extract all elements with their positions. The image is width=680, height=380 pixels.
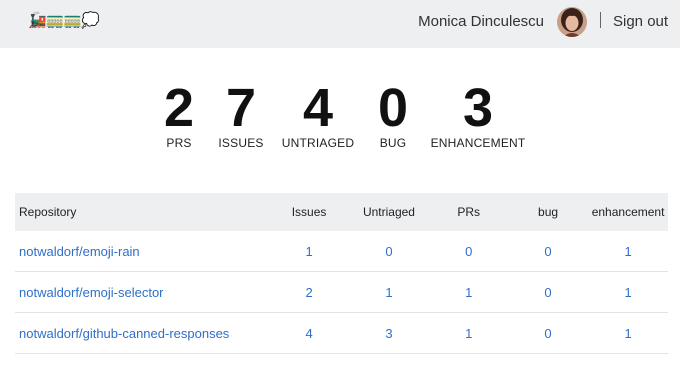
header-prs[interactable]: PRs	[430, 193, 508, 231]
separator	[600, 12, 601, 28]
repo-link[interactable]: notwaldorf/emoji-rain	[19, 244, 140, 259]
repo-link[interactable]: notwaldorf/emoji-selector	[19, 285, 164, 300]
issues-count[interactable]: 1	[269, 231, 349, 272]
bug-count[interactable]: 0	[507, 231, 589, 272]
header-bug[interactable]: bug	[508, 193, 588, 231]
prs-count[interactable]: 0	[429, 231, 508, 272]
user-name: Monica Dinculescu	[418, 13, 544, 30]
header-repository[interactable]: Repository	[15, 193, 270, 231]
untriaged-count[interactable]: 3	[348, 312, 430, 354]
bug-count[interactable]: 0	[507, 271, 589, 313]
table-row: notwaldorf/emoji-rain 1 0 0 0 1	[15, 231, 668, 272]
untriaged-count[interactable]: 1	[348, 271, 430, 313]
header-issues[interactable]: Issues	[270, 193, 349, 231]
stat-enhancement: 3 ENHANCEMENT	[428, 80, 528, 150]
enhancement-count[interactable]: 1	[588, 312, 668, 354]
enhancement-count[interactable]: 1	[588, 231, 668, 272]
issues-count[interactable]: 2	[269, 271, 349, 313]
avatar[interactable]	[557, 7, 587, 37]
stats-summary: 2 PRS 7 ISSUES 4 UNTRIAGED 0 BUG 3 ENHAN…	[0, 80, 680, 160]
stat-value: 3	[462, 78, 494, 138]
bug-count[interactable]: 0	[507, 312, 589, 354]
header-untriaged[interactable]: Untriaged	[348, 193, 429, 231]
avatar-image	[557, 7, 587, 37]
enhancement-count[interactable]: 1	[588, 271, 668, 313]
untriaged-count[interactable]: 0	[348, 231, 430, 272]
stat-label: ENHANCEMENT	[430, 136, 526, 150]
prs-count[interactable]: 1	[429, 271, 508, 313]
top-bar: 🚂🚃🚃💭 Monica Dinculescu Sign out	[0, 0, 680, 48]
header-enhancement[interactable]: enhancement	[588, 193, 668, 231]
repository-table: Repository Issues Untriaged PRs bug enha…	[15, 193, 668, 354]
app-logo[interactable]: 🚂🚃🚃💭	[28, 11, 100, 31]
table-row: notwaldorf/emoji-selector 2 1 1 0 1	[15, 271, 668, 313]
sign-out-link[interactable]: Sign out	[613, 13, 668, 31]
issues-count[interactable]: 4	[269, 312, 349, 354]
table-header-row: Repository Issues Untriaged PRs bug enha…	[15, 193, 668, 231]
table-row: notwaldorf/github-canned-responses 4 3 1…	[15, 312, 668, 354]
repo-link[interactable]: notwaldorf/github-canned-responses	[19, 326, 229, 341]
prs-count[interactable]: 1	[429, 312, 508, 354]
